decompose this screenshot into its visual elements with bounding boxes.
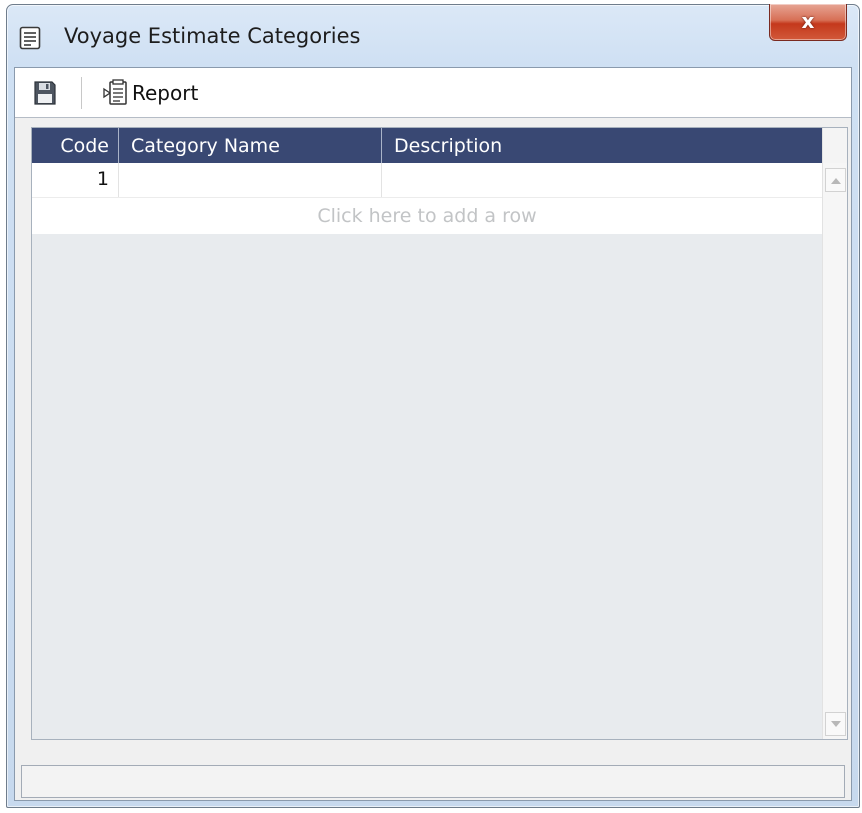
column-header-category-name[interactable]: Category Name <box>119 128 382 163</box>
status-bar <box>21 765 845 798</box>
status-spacer <box>15 748 851 762</box>
window-client-area: Report Code Category Name Description 1 … <box>14 67 852 801</box>
arrow-down-icon <box>831 721 841 727</box>
vertical-scrollbar[interactable] <box>822 128 847 739</box>
code-cell[interactable]: 1 <box>32 163 119 197</box>
voyage-estimate-categories-window: Voyage Estimate Categories x Report Code… <box>6 4 860 808</box>
toolbar-separator <box>81 77 82 109</box>
report-button[interactable]: Report <box>101 76 198 110</box>
scroll-down-button[interactable] <box>825 712 846 736</box>
table-row[interactable]: 1 <box>32 163 822 198</box>
report-label: Report <box>132 81 199 105</box>
scroll-up-button[interactable] <box>825 168 846 192</box>
document-list-icon <box>19 26 41 50</box>
categories-grid: Code Category Name Description 1 Click h… <box>31 127 848 740</box>
close-icon: x <box>801 9 815 33</box>
toolbar: Report <box>15 68 851 118</box>
close-button[interactable]: x <box>769 4 847 41</box>
window-title: Voyage Estimate Categories <box>64 24 361 48</box>
column-header-description[interactable]: Description <box>382 128 822 163</box>
report-icon <box>103 79 127 105</box>
scrollbar-header-spacer <box>823 128 847 163</box>
add-row-button[interactable]: Click here to add a row <box>32 198 822 234</box>
arrow-up-icon <box>831 178 841 184</box>
grid-header: Code Category Name Description <box>32 128 822 163</box>
floppy-disk-icon[interactable] <box>33 80 57 106</box>
column-header-code[interactable]: Code <box>32 128 119 163</box>
category-name-cell[interactable] <box>119 163 382 197</box>
description-cell[interactable] <box>382 163 822 197</box>
title-bar[interactable]: Voyage Estimate Categories x <box>7 4 859 67</box>
